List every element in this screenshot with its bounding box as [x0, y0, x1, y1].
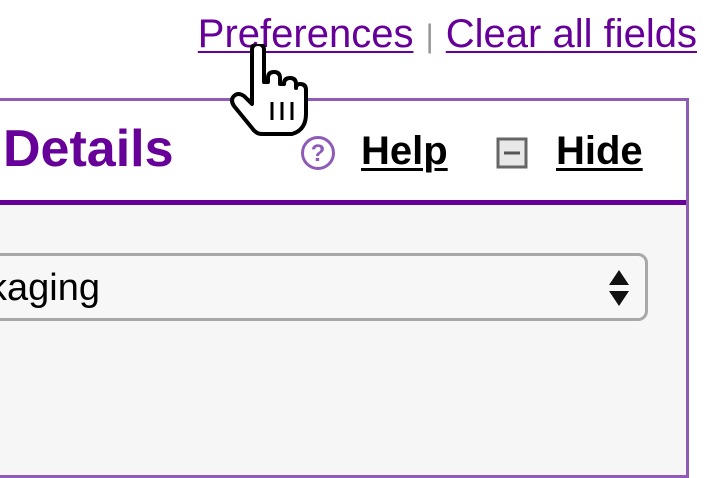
hide-link[interactable]: Hide	[556, 131, 643, 171]
packaging-select[interactable]: kaging	[0, 253, 648, 321]
link-separator: |	[425, 18, 434, 54]
question-circle-icon[interactable]: ?	[300, 135, 336, 171]
svg-text:?: ?	[311, 140, 326, 167]
panel-header: Details ? Help Hide	[0, 101, 686, 205]
up-down-arrows-icon	[609, 270, 629, 306]
minus-square-icon[interactable]	[496, 137, 528, 169]
select-value: kaging	[0, 267, 100, 309]
panel-title: Details	[3, 120, 174, 178]
details-panel: Details ? Help Hide kaging	[0, 98, 689, 478]
pointing-hand-cursor-icon	[230, 44, 308, 136]
clear-all-fields-link[interactable]: Clear all fields	[446, 12, 697, 56]
help-link[interactable]: Help	[361, 131, 448, 171]
